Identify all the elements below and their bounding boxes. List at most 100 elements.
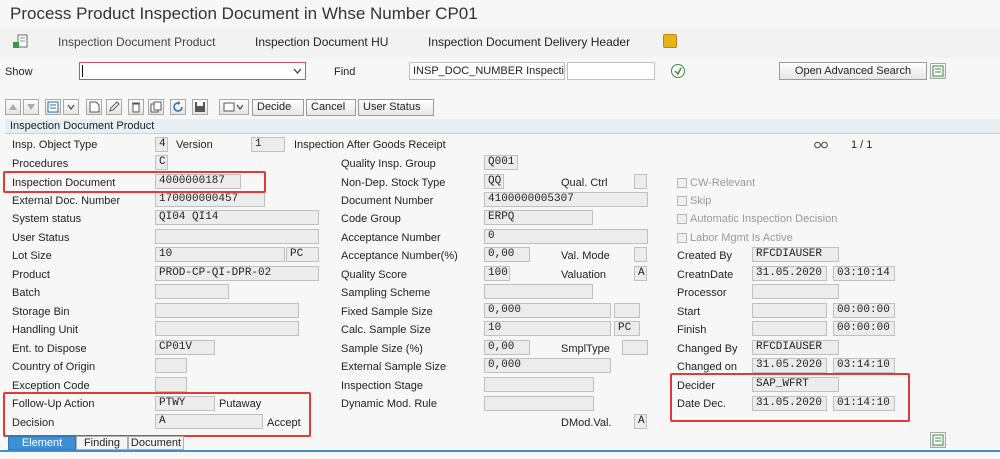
batch-label: Batch (12, 287, 41, 299)
handling-unit-field[interactable] (155, 321, 299, 336)
fixed-sample-field[interactable]: 0,000 (484, 303, 611, 318)
creatn-time-field[interactable]: 03:10:14 (833, 266, 895, 281)
country-field[interactable] (155, 358, 187, 373)
qig-field[interactable]: Q001 (484, 155, 518, 170)
fixed-sample-label: Fixed Sample Size (341, 306, 433, 318)
move-up-icon[interactable] (5, 99, 21, 115)
user-status-field[interactable] (155, 229, 319, 244)
batch-field[interactable] (155, 284, 229, 299)
new-document-icon[interactable] (86, 99, 102, 115)
changed-on-label: Changed on (677, 361, 737, 373)
execute-search-icon[interactable] (670, 63, 686, 79)
doc-num-label: Document Number (341, 195, 434, 207)
qual-score-field[interactable]: 100 (484, 266, 510, 281)
sampling-field[interactable] (484, 284, 593, 299)
open-advanced-search-button[interactable]: Open Advanced Search (779, 62, 927, 80)
tab-document[interactable]: Document (128, 436, 184, 450)
decide-button[interactable]: Decide (252, 99, 304, 116)
delete-icon[interactable] (128, 99, 144, 115)
refresh-icon[interactable] (170, 99, 186, 115)
skip-checkbox[interactable] (677, 196, 687, 206)
procedures-field[interactable]: C (155, 155, 168, 170)
changed-by-label: Changed By (677, 343, 738, 355)
nondep-field[interactable]: QQ (484, 174, 504, 189)
dyn-rule-field[interactable] (484, 396, 594, 411)
ent-dispose-field[interactable]: CP01V (155, 340, 215, 355)
processor-field[interactable] (752, 284, 839, 299)
finish-time-field[interactable]: 00:00:00 (833, 321, 895, 336)
tab-element[interactable]: Element (8, 436, 76, 450)
valuation-label: Valuation (561, 269, 607, 281)
skip-label: Skip (690, 195, 712, 207)
sys-status-field[interactable]: QI04 QI14 (155, 210, 319, 225)
nav-insp-doc-delivery-header[interactable]: Inspection Document Delivery Header (428, 35, 630, 49)
cancel-button[interactable]: Cancel (306, 99, 356, 116)
edit-icon[interactable] (106, 99, 122, 115)
layout-settings-icon[interactable] (930, 63, 946, 79)
insp-stage-field[interactable] (484, 377, 594, 392)
nav-insp-doc-hu[interactable]: Inspection Document HU (255, 35, 388, 49)
calc-sample-uom-field[interactable]: PC (614, 321, 640, 336)
smpl-type-field[interactable] (622, 340, 648, 355)
smpl-type-label: SmplType (561, 343, 610, 355)
show-label: Show (5, 66, 33, 78)
move-down-icon[interactable] (23, 99, 39, 115)
doc-num-field[interactable]: 4100000005307 (484, 192, 648, 207)
val-mode-field[interactable] (634, 247, 647, 262)
procedures-label: Procedures (12, 158, 69, 170)
list-view-icon[interactable] (45, 99, 61, 115)
labor-mgmt-checkbox[interactable] (677, 233, 687, 243)
fixed-sample-uom-field[interactable] (614, 303, 640, 318)
insp-object-type-field[interactable]: 4 (155, 137, 168, 152)
glasses-icon[interactable] (814, 139, 828, 149)
highlight-decider-date (670, 373, 910, 422)
finish-date-field[interactable] (752, 321, 827, 336)
exception-field[interactable] (155, 377, 187, 392)
creatn-date-field[interactable]: 31.05.2020 (752, 266, 827, 281)
tab-strip-line (0, 450, 1000, 452)
dmod-field[interactable]: A (634, 414, 647, 429)
product-field[interactable]: PROD-CP-QI-DPR-02 (155, 266, 319, 281)
show-dropdown[interactable] (79, 62, 306, 80)
start-date-field[interactable] (752, 303, 827, 318)
code-group-field[interactable]: ERPQ (484, 210, 593, 225)
lot-size-uom-field[interactable]: PC (286, 247, 319, 262)
tab-finding[interactable]: Finding (76, 436, 128, 450)
app-icon[interactable] (12, 34, 28, 50)
changed-on-time-field[interactable]: 03:14:10 (833, 358, 895, 373)
find-label: Find (334, 66, 356, 78)
ext-doc-field[interactable]: 170000000457 (155, 192, 265, 207)
nav-insp-doc-product[interactable]: Inspection Document Product (58, 35, 215, 49)
qual-ctrl-field[interactable] (634, 174, 647, 189)
product-label: Product (12, 269, 50, 281)
find-value-input[interactable] (567, 62, 655, 80)
lot-size-field[interactable]: 10 (155, 247, 285, 262)
version-field[interactable]: 1 (251, 137, 285, 152)
cw-relevant-checkbox[interactable] (677, 178, 687, 188)
calc-sample-field[interactable]: 10 (484, 321, 611, 336)
qual-score-label: Quality Score (341, 269, 408, 281)
valuation-field[interactable]: A (634, 266, 647, 281)
acc-num-field[interactable]: 0 (484, 229, 648, 244)
acc-num-pct-field[interactable]: 0,00 (484, 247, 530, 262)
storage-bin-field[interactable] (155, 303, 299, 318)
details-icon[interactable] (63, 99, 79, 115)
changed-on-date-field[interactable]: 31.05.2020 (752, 358, 827, 373)
layout-settings-bottom-icon[interactable] (930, 432, 946, 448)
note-icon[interactable] (663, 34, 677, 48)
sample-pct-field[interactable]: 0,00 (484, 340, 530, 355)
ext-sample-field[interactable]: 0,000 (484, 358, 611, 373)
created-by-field[interactable]: RFCDIAUSER (752, 247, 839, 262)
highlight-insp-doc (3, 171, 266, 193)
save-icon[interactable] (192, 99, 208, 115)
country-label: Country of Origin (12, 361, 96, 373)
qig-label: Quality Insp. Group (341, 158, 436, 170)
auto-decision-checkbox[interactable] (677, 214, 687, 224)
find-field-select[interactable]: INSP_DOC_NUMBER Inspecti… (409, 62, 565, 80)
user-status-button[interactable]: User Status (358, 99, 434, 116)
highlight-followup-decision (3, 392, 311, 437)
copy-icon[interactable] (148, 99, 164, 115)
start-time-field[interactable]: 00:00:00 (833, 303, 895, 318)
changed-by-field[interactable]: RFCDIAUSER (752, 340, 839, 355)
actions-menu-icon[interactable] (219, 99, 249, 115)
